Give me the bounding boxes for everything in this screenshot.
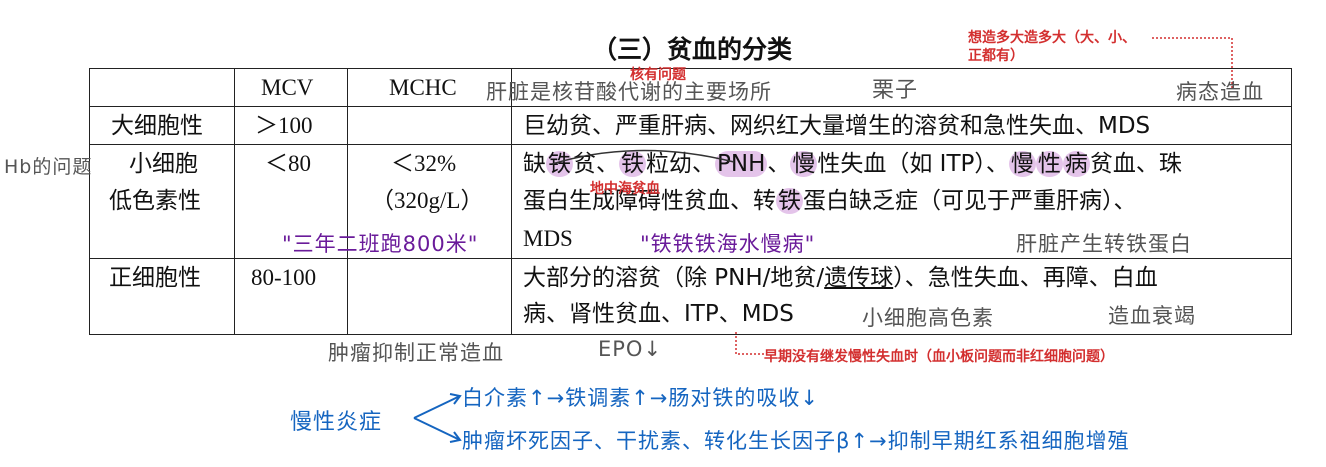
table-col-divider [234, 68, 235, 335]
table-row-divider [89, 258, 1292, 259]
note-epo: EPO↓ [598, 337, 663, 361]
branch-arrows [413, 393, 462, 443]
row-macrocytic-mcv: ＞100 [255, 113, 313, 138]
table-row-divider [89, 106, 1292, 107]
note-tumor-inhibit: 肿瘤抑制正常造血 [328, 341, 504, 365]
row-microcytic-mchc-line2: （320g/L） [371, 188, 484, 213]
row-microcytic-type-line2: 低色素性 [109, 188, 201, 214]
note-microcytic-hyperchromic: 小细胞高色素 [862, 306, 994, 330]
note-any-size-line1: 想造多大造多大（大、小、 [968, 30, 1136, 46]
row-macrocytic-type: 大细胞性 [111, 113, 203, 139]
text-fragment: ）、急性失血、再障、白血 [893, 265, 1158, 291]
table-border-top [89, 68, 1292, 69]
mnemonic-class: "三年二班跑800米" [282, 232, 479, 256]
row-normocytic-mcv: 80-100 [251, 265, 317, 290]
text-fragment: 贫血、珠 [1089, 151, 1182, 177]
note-thalassemia: 地中海贫血 [590, 181, 660, 197]
note-any-size-line2: 正都有） [968, 48, 1024, 64]
note-hematopoietic-failure: 造血衰竭 [1108, 304, 1196, 328]
highlight-chronic: 慢 [790, 151, 818, 177]
note-hb-problem: Hb的问题 [4, 156, 93, 178]
page-title: （三）贫血的分类 [592, 35, 793, 64]
row-macrocytic-diseases: 巨幼贫、严重肝病、网织红大量增生的溶贫和急性失血、MDS [523, 113, 1151, 139]
label-chronic-inflammation: 慢性炎症 [290, 410, 383, 435]
table-border-bottom [89, 334, 1292, 335]
table-col-divider [511, 68, 512, 335]
arc-bracket [551, 149, 735, 165]
text-fragment: 缺 [523, 151, 546, 177]
row-normocytic-diseases-line2: 病、肾性贫血、ITP、MDS [523, 301, 794, 327]
highlight-iron: 铁 [776, 188, 803, 214]
text-fragment: 蛋白缺乏症（可见于严重肝病）、 [803, 188, 1137, 214]
highlight-chronic: 慢 [1008, 151, 1036, 177]
note-chestnut: 栗子 [872, 78, 919, 103]
highlight-disease: 性 [1035, 151, 1063, 177]
note-liver-nucleotide: 肝脏是核苷酸代谢的主要场所 [486, 80, 772, 104]
text-fragment: 、 [767, 151, 791, 177]
row-normocytic-diseases-line1: 大部分的溶贫（除 PNH/地贫/遗传球）、急性失血、再障、白血 [523, 260, 1158, 296]
row-microcytic-mchc-line1: ＜32% [391, 151, 457, 176]
pathway-tnf: 肿瘤坏死因子、干扰素、转化生长因子β↑→抑制早期红系祖细胞增殖 [462, 429, 1130, 453]
row-microcytic-diseases-line3: MDS [523, 226, 573, 251]
note-liver-transferrin: 肝脏产生转铁蛋白 [1016, 232, 1192, 256]
underlined-hereditary-spherocytosis: 遗传球 [824, 265, 894, 291]
header-mcv: MCV [261, 75, 314, 100]
anemia-classification-table: MCV MCHC 大细胞性 ＞100 巨幼贫、严重肝病、网织红大量增生的溶贫和急… [89, 68, 1292, 335]
highlight-disease: 病 [1062, 151, 1090, 177]
row-microcytic-mcv: ＜80 [265, 151, 311, 176]
text-fragment: 性失血（如 ITP）、 [817, 151, 1009, 177]
table-col-divider [347, 68, 348, 335]
mnemonic-iron: "铁铁铁海水慢病" [640, 232, 816, 256]
row-microcytic-type-line1: 小细胞 [129, 151, 198, 177]
table-col-divider [89, 68, 90, 335]
row-normocytic-type: 正细胞性 [109, 265, 201, 291]
text-fragment: 大部分的溶贫（除 PNH/地贫/ [523, 265, 825, 291]
note-pathological-hematopoiesis: 病态造血 [1176, 80, 1264, 104]
note-early-no-bleeding: 早期没有继发慢性失血时（血小板问题而非红细胞问题） [764, 349, 1114, 365]
table-col-divider [1291, 68, 1292, 335]
pathway-interleukin: 白介素↑→铁调素↑→肠对铁的吸收↓ [462, 386, 819, 410]
header-mchc: MCHC [389, 75, 457, 100]
